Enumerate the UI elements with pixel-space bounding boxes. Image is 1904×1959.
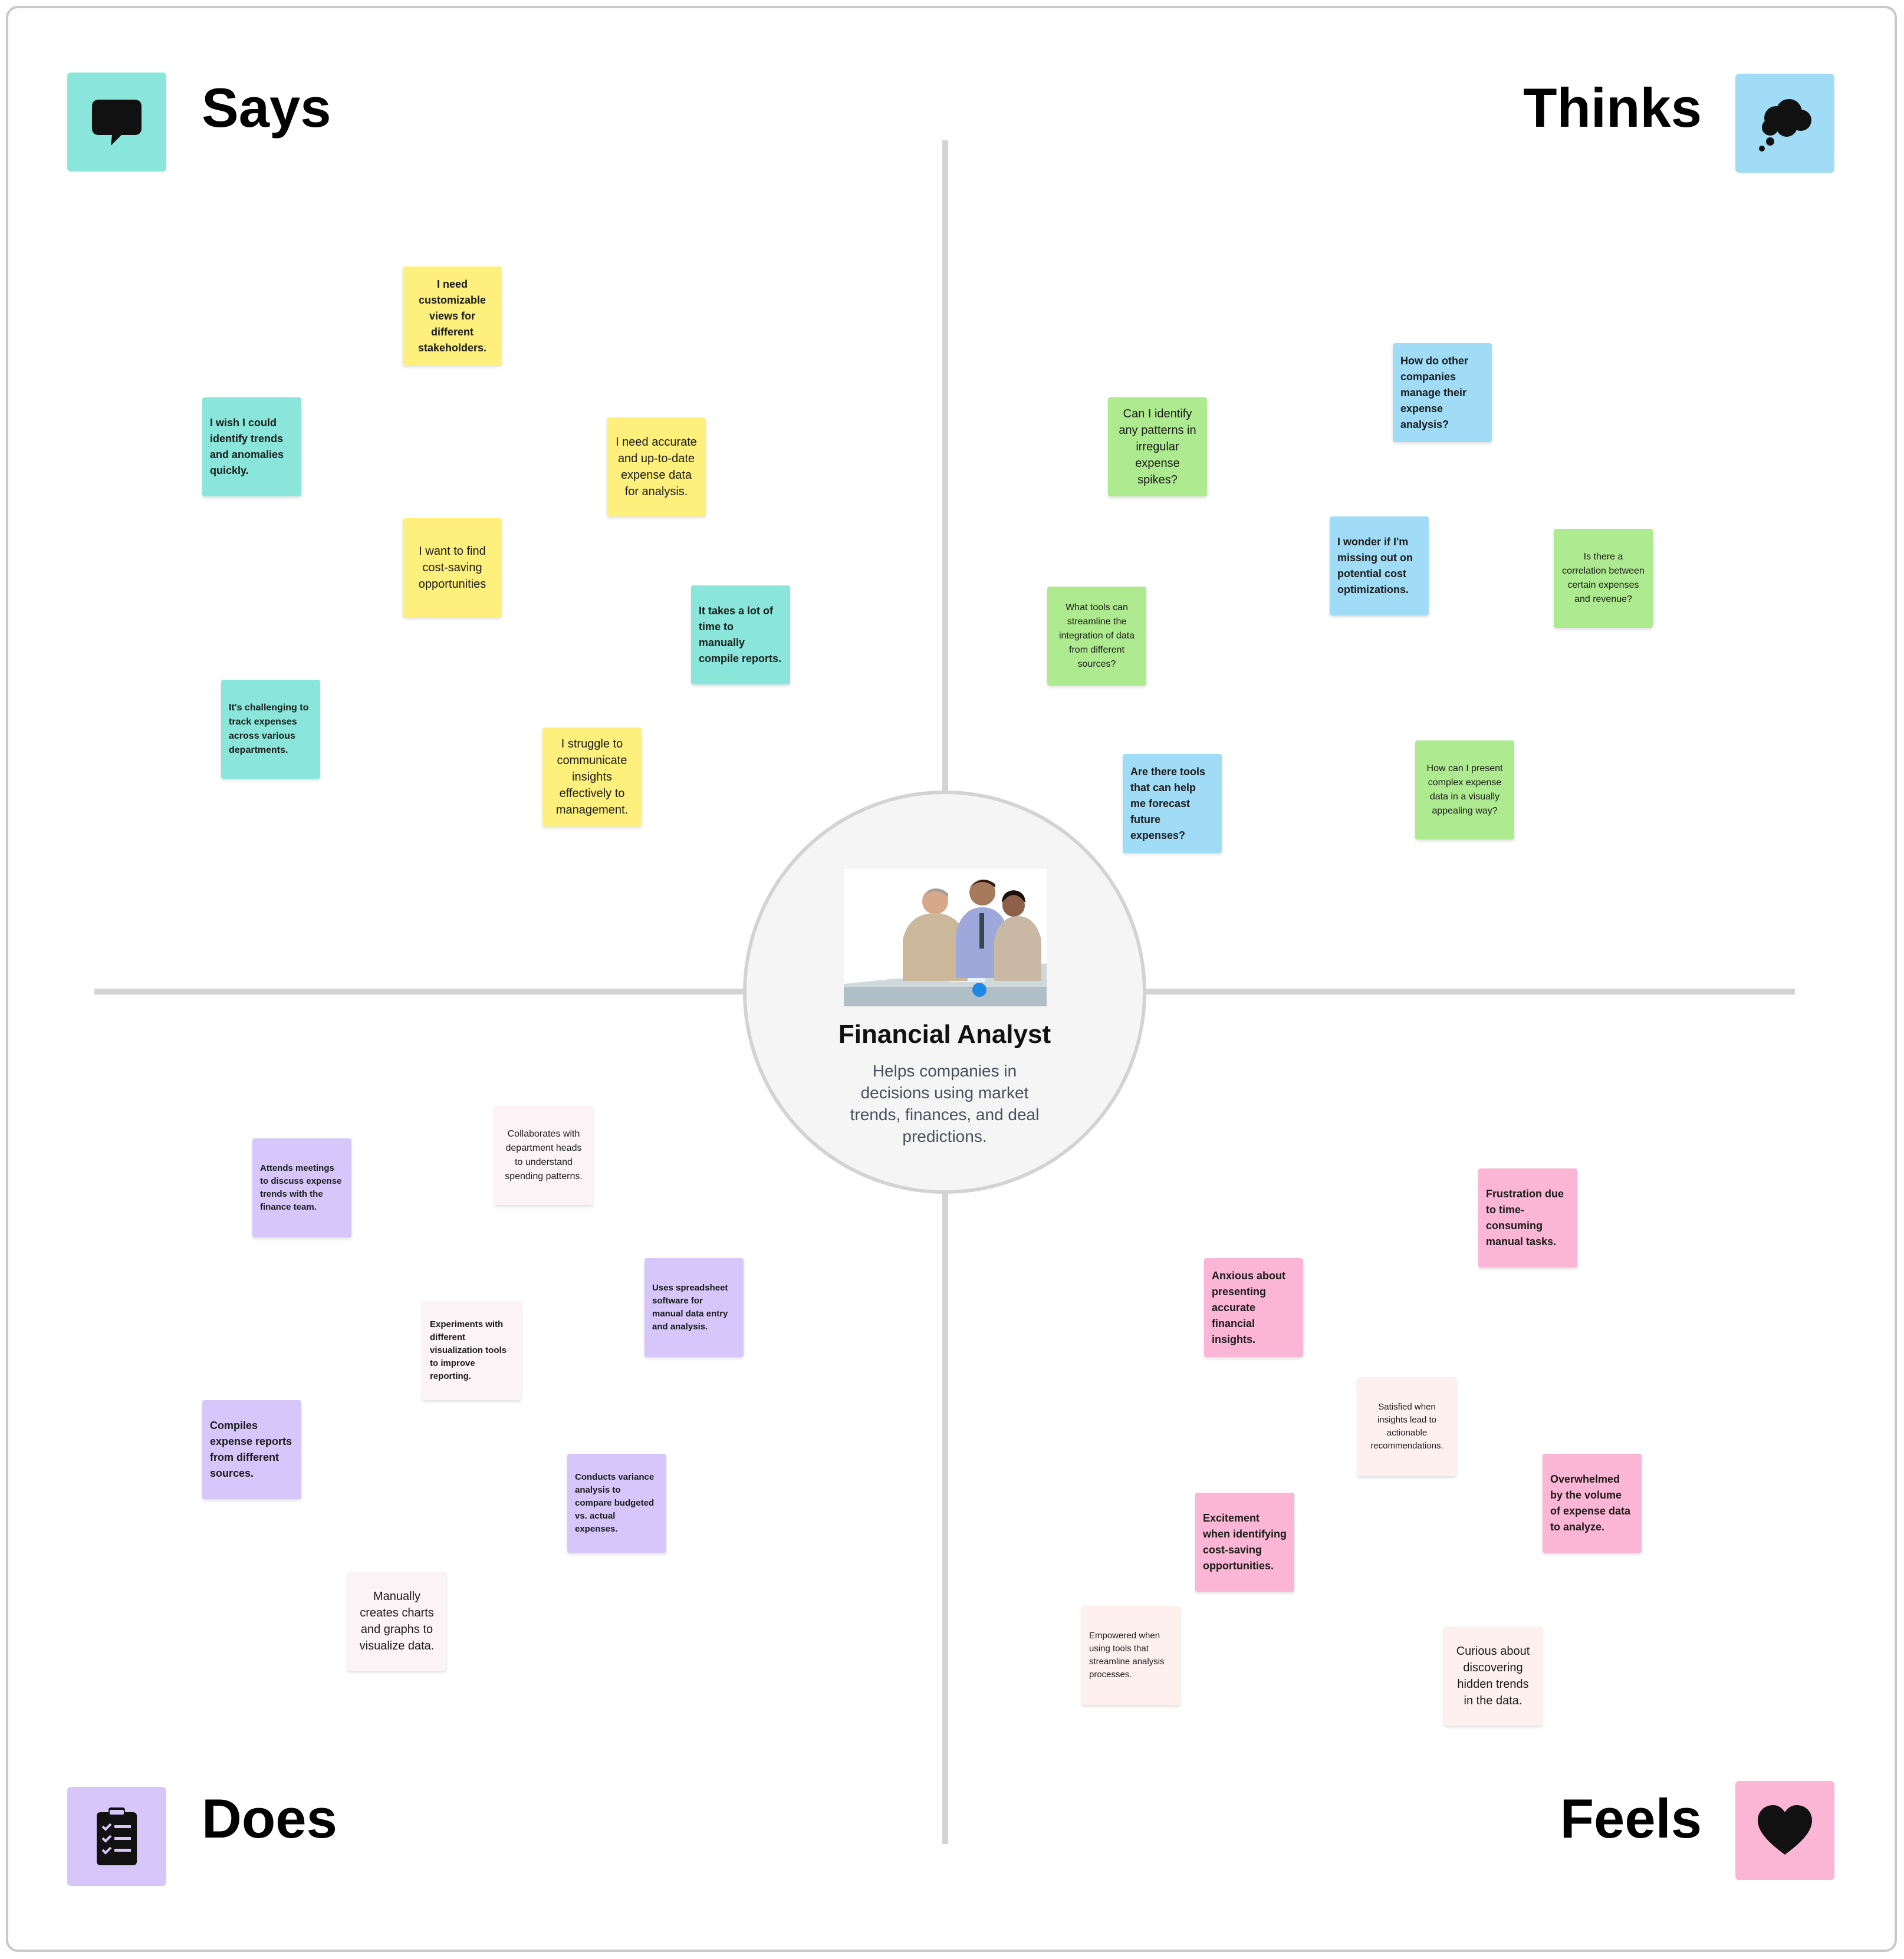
sticky-note-thinks[interactable]: I wonder if I'm missing out on potential… <box>1330 516 1429 615</box>
heart-icon <box>1735 1781 1834 1880</box>
clipboard-checklist-icon <box>67 1787 166 1886</box>
persona-name: Financial Analyst <box>838 1020 1051 1049</box>
sticky-note-says[interactable]: I need customizable views for different … <box>403 266 502 366</box>
sticky-note-feels[interactable]: Curious about discovering hidden trends … <box>1443 1627 1543 1726</box>
sticky-note-says[interactable]: It's challenging to track expenses acros… <box>221 680 320 779</box>
sticky-note-says[interactable]: It takes a lot of time to manually compi… <box>691 585 790 684</box>
sticky-note-thinks[interactable]: How do other companies manage their expe… <box>1393 343 1492 442</box>
sticky-note-text: Compiles expense reports from different … <box>210 1420 292 1479</box>
sticky-note-feels[interactable]: Overwhelmed by the volume of expense dat… <box>1543 1454 1642 1553</box>
sticky-note-text: Curious about discovering hidden trends … <box>1456 1645 1530 1707</box>
sticky-note-feels[interactable]: Anxious about presenting accurate financ… <box>1204 1258 1303 1357</box>
quadrant-title-thinks: Thinks <box>1523 77 1702 139</box>
sticky-note-text: Is there a correlation between certain e… <box>1562 552 1645 604</box>
sticky-note-does[interactable]: Compiles expense reports from different … <box>202 1400 301 1499</box>
sticky-note-says[interactable]: I want to find cost-saving opportunities <box>403 518 502 617</box>
vertical-axis-bottom <box>942 1193 948 1844</box>
sticky-note-says[interactable]: I need accurate and up-to-date expense d… <box>607 417 706 516</box>
sticky-note-text: Can I identify any patterns in irregular… <box>1119 407 1196 486</box>
sticky-note-feels[interactable]: Satisfied when insights lead to actionab… <box>1357 1377 1456 1476</box>
persona-photo <box>844 869 1047 1006</box>
sticky-note-text: I wish I could identify trends and anoma… <box>210 417 284 476</box>
sticky-note-thinks[interactable]: What tools can streamline the integratio… <box>1047 587 1146 686</box>
sticky-note-thinks[interactable]: How can I present complex expense data i… <box>1415 740 1514 839</box>
sticky-note-does[interactable]: Experiments with different visualization… <box>422 1301 521 1400</box>
sticky-note-text: I struggle to communicate insights effec… <box>555 737 629 816</box>
sticky-note-text: Anxious about presenting accurate financ… <box>1212 1269 1285 1345</box>
speech-bubble-icon <box>67 73 166 172</box>
sticky-note-text: I need customizable views for different … <box>417 278 487 354</box>
sticky-note-text: Manually creates charts and graphs to vi… <box>359 1590 435 1652</box>
sticky-note-says[interactable]: I wish I could identify trends and anoma… <box>202 397 301 496</box>
vertical-axis-top <box>942 140 948 792</box>
sticky-note-text: Conducts variance analysis to compare bu… <box>575 1472 655 1534</box>
sticky-note-text: Attends meetings to discuss expense tren… <box>260 1163 342 1212</box>
sticky-note-does[interactable]: Manually creates charts and graphs to vi… <box>347 1572 446 1671</box>
horizontal-axis-right <box>1145 989 1795 995</box>
sticky-note-thinks[interactable]: Can I identify any patterns in irregular… <box>1108 397 1207 496</box>
persona-description: Helps companies in decisions using marke… <box>850 1062 1040 1145</box>
sticky-note-thinks[interactable]: Is there a correlation between certain e… <box>1554 529 1653 628</box>
sticky-note-text: Experiments with different visualization… <box>430 1319 507 1381</box>
sticky-note-does[interactable]: Collaborates with department heads to un… <box>494 1106 593 1205</box>
sticky-note-feels[interactable]: Frustration due to time-consuming manual… <box>1478 1168 1577 1267</box>
sticky-note-text: I want to find cost-saving opportunities <box>418 545 486 591</box>
sticky-note-text: Frustration due to time-consuming manual… <box>1486 1188 1564 1247</box>
sticky-note-text: Uses spreadsheet software for manual dat… <box>652 1283 728 1332</box>
quadrant-title-does: Does <box>202 1787 337 1849</box>
sticky-note-feels[interactable]: Excitement when identifying cost-saving … <box>1195 1493 1294 1592</box>
sticky-note-text: Empowered when using tools that streamli… <box>1089 1631 1165 1680</box>
sticky-note-text: How do other companies manage their expe… <box>1400 354 1468 430</box>
sticky-note-feels[interactable]: Empowered when using tools that streamli… <box>1081 1606 1180 1705</box>
sticky-note-text: I wonder if I'm missing out on potential… <box>1337 536 1413 595</box>
sticky-note-does[interactable]: Conducts variance analysis to compare bu… <box>567 1454 666 1553</box>
sticky-note-text: Satisfied when insights lead to actionab… <box>1370 1402 1443 1451</box>
sticky-note-text: Are there tools that can help me forecas… <box>1130 765 1206 841</box>
sticky-note-says[interactable]: I struggle to communicate insights effec… <box>542 727 642 827</box>
sticky-note-text: How can I present complex expense data i… <box>1426 763 1503 816</box>
thought-cloud-icon <box>1735 74 1834 173</box>
sticky-note-does[interactable]: Attends meetings to discuss expense tren… <box>252 1138 351 1237</box>
quadrant-title-says: Says <box>202 77 331 139</box>
quadrant-title-feels: Feels <box>1560 1787 1702 1849</box>
sticky-note-text: I need accurate and up-to-date expense d… <box>616 436 697 498</box>
sticky-note-text: It's challenging to track expenses acros… <box>229 703 309 755</box>
sticky-note-text: Excitement when identifying cost-saving … <box>1203 1512 1287 1572</box>
sticky-note-thinks[interactable]: Are there tools that can help me forecas… <box>1123 754 1222 853</box>
sticky-note-text: Collaborates with department heads to un… <box>505 1129 583 1181</box>
sticky-note-text: What tools can streamline the integratio… <box>1058 602 1135 669</box>
horizontal-axis-left <box>94 989 744 995</box>
sticky-note-text: It takes a lot of time to manually compi… <box>699 605 782 664</box>
sticky-note-does[interactable]: Uses spreadsheet software for manual dat… <box>644 1258 744 1357</box>
sticky-note-text: Overwhelmed by the volume of expense dat… <box>1550 1473 1631 1533</box>
